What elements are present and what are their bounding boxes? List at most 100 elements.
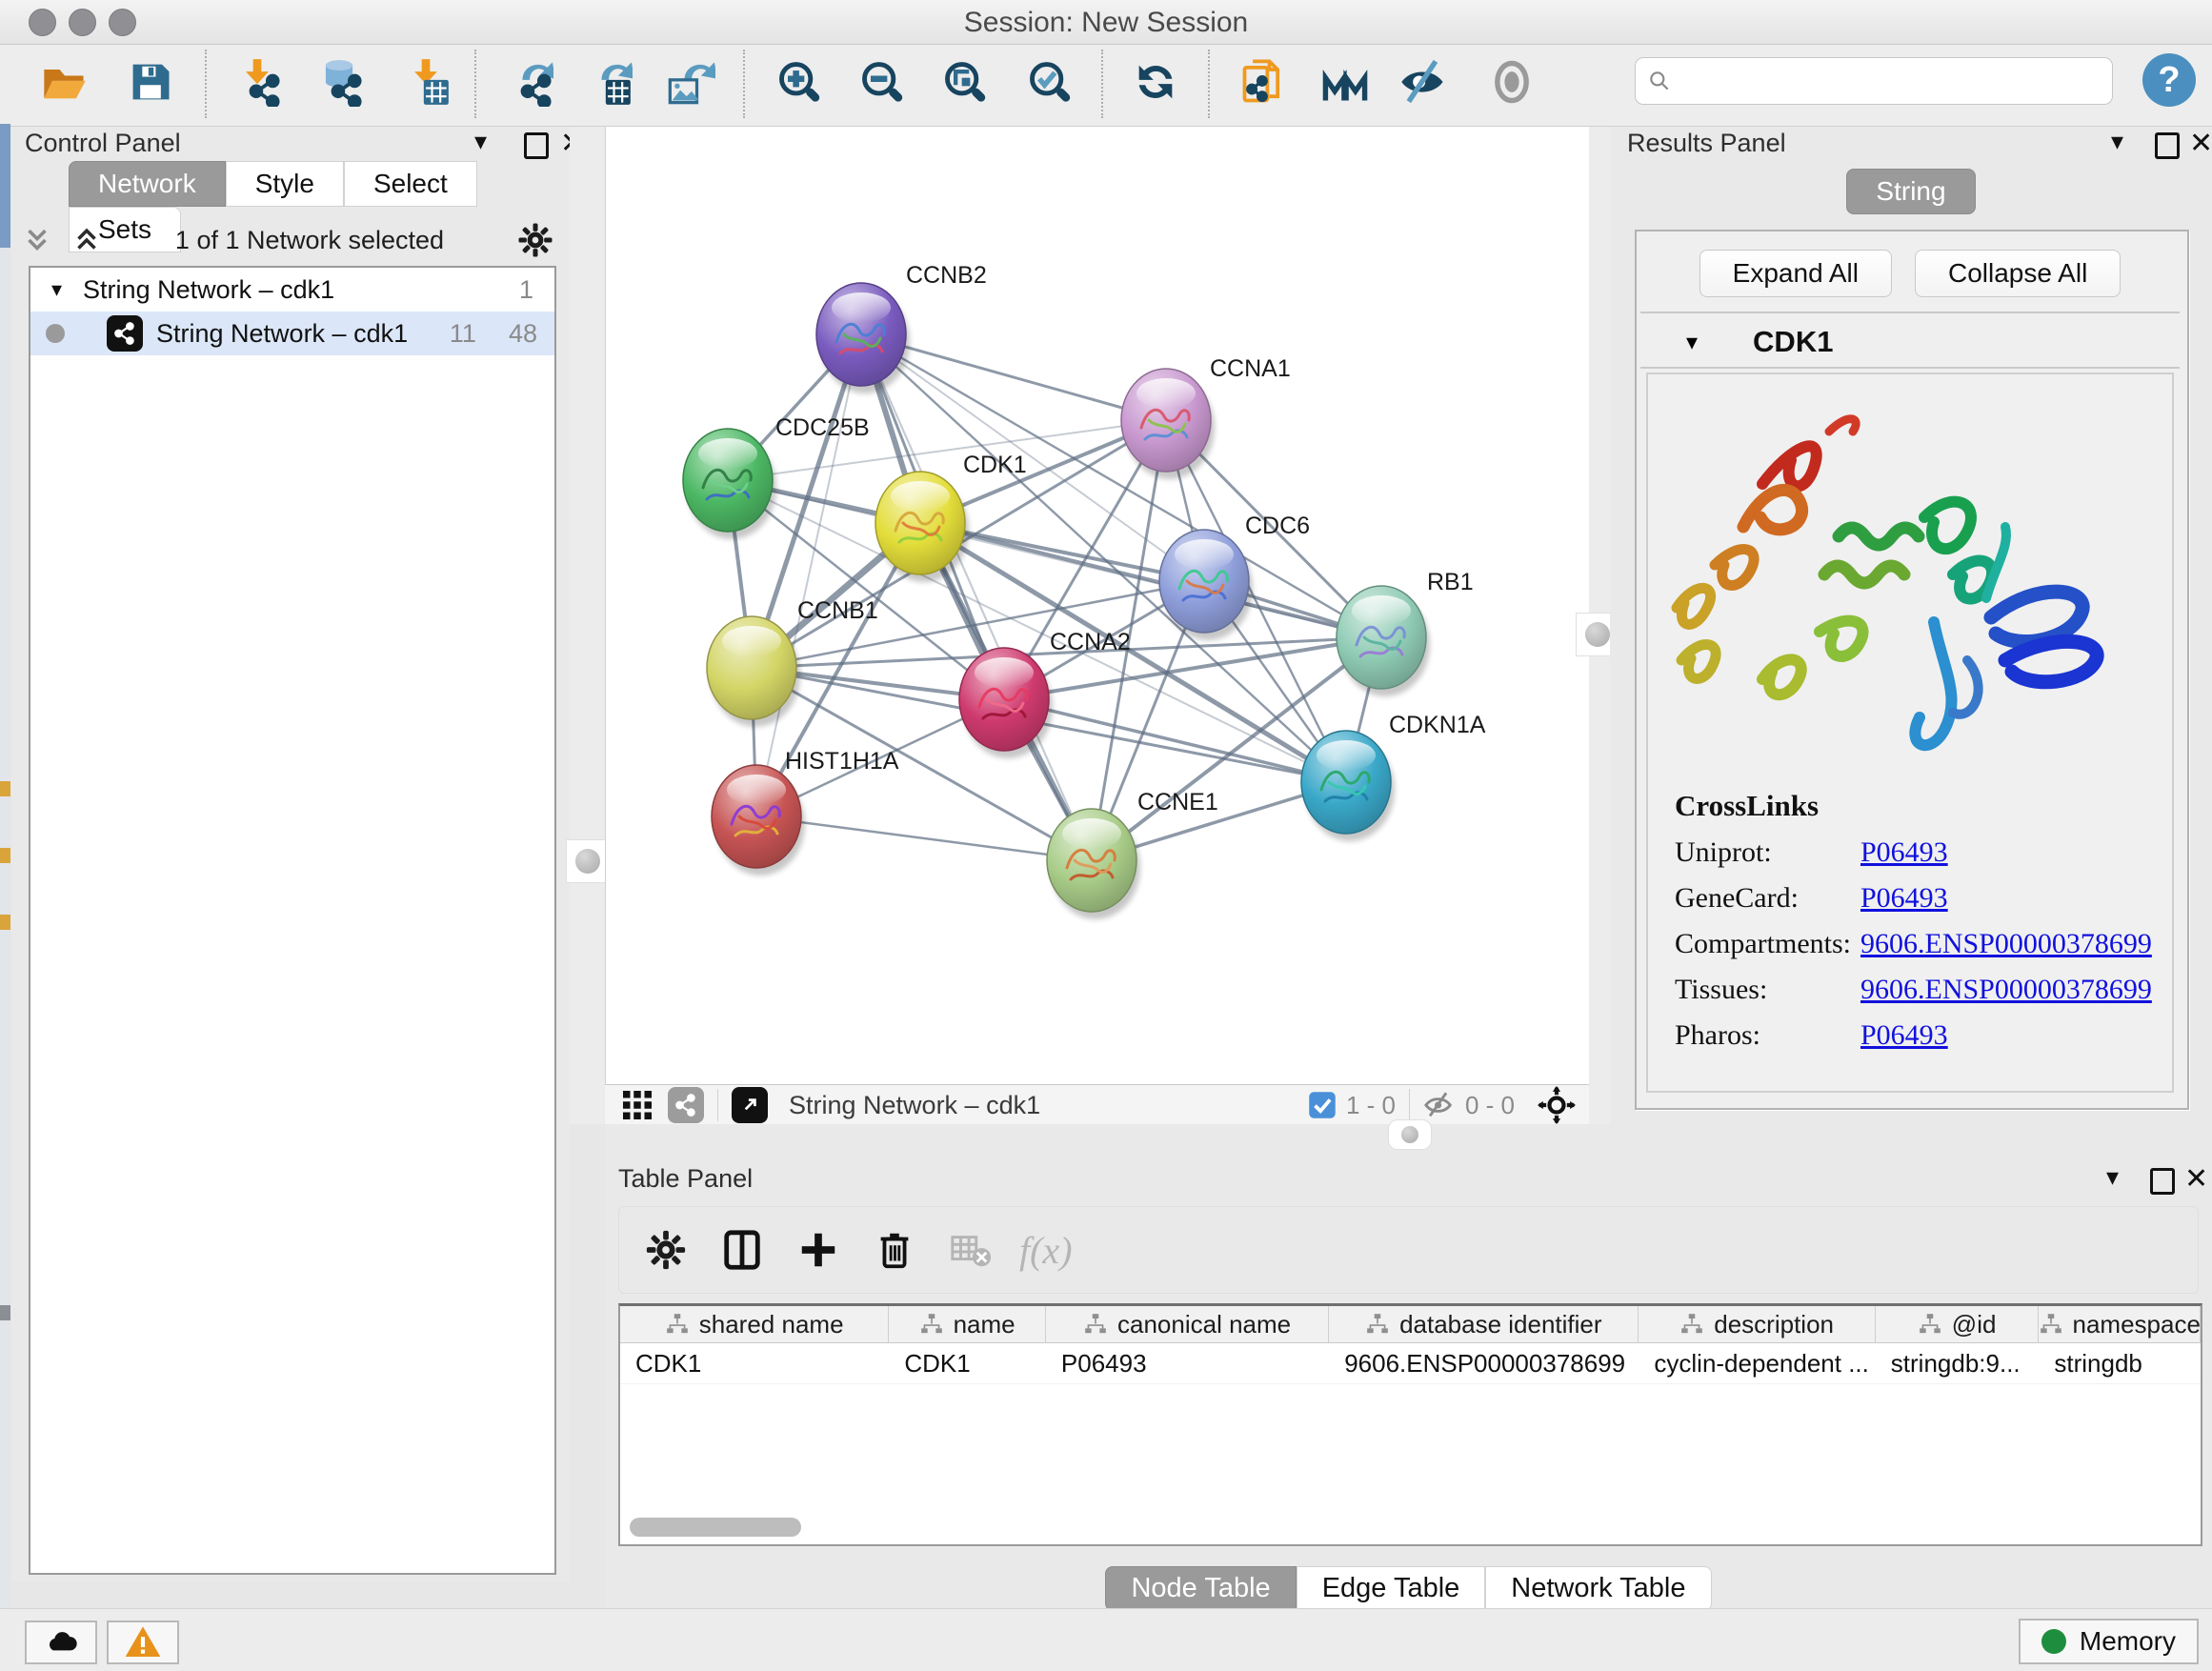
network-node-CCNA1[interactable] xyxy=(1121,369,1215,479)
table-row[interactable]: CDK1CDK1P064939606.ENSP00000378699cyclin… xyxy=(620,1343,2201,1384)
control-panel-maximize-icon[interactable] xyxy=(524,132,549,159)
crosslink-link[interactable]: P06493 xyxy=(1860,836,1948,869)
new-network-from-selection-icon[interactable] xyxy=(1238,51,1288,112)
zoom-selected-icon[interactable] xyxy=(1026,51,1076,112)
network-edge[interactable] xyxy=(756,334,861,816)
string-results-box: Expand All Collapse All ▾ CDK1 cyclin-de… xyxy=(1635,230,2189,1110)
open-session-icon[interactable] xyxy=(40,51,90,112)
network-edge[interactable] xyxy=(1004,699,1346,782)
network-graph[interactable]: CCNB2 CCNA1 CDC25B CDK1 CDC6 RB1 CCNB1 xyxy=(606,127,1590,1084)
network-edge[interactable] xyxy=(861,334,1092,860)
zoom-out-icon[interactable] xyxy=(858,51,908,112)
crosslink-link[interactable]: 9606.ENSP00000378699 xyxy=(1860,974,2152,1006)
table-cell: cyclin-dependent ... xyxy=(1639,1343,1875,1383)
divider-collapse-handle[interactable] xyxy=(566,839,610,883)
expand-all-button[interactable]: Expand All xyxy=(1699,250,1892,297)
warnings-button[interactable] xyxy=(107,1621,179,1664)
delete-column-icon[interactable] xyxy=(873,1228,916,1272)
export-table-icon[interactable] xyxy=(583,51,633,112)
results-panel-float-icon[interactable]: ▾ xyxy=(2111,127,2123,156)
first-neighbors-icon[interactable] xyxy=(1320,51,1370,112)
help-icon[interactable]: ? xyxy=(2142,53,2196,107)
add-column-icon[interactable] xyxy=(796,1228,840,1272)
network-badge-icon[interactable] xyxy=(668,1087,704,1123)
network-node-CCNE1[interactable] xyxy=(1047,809,1140,919)
export-network-icon[interactable] xyxy=(504,51,553,112)
cloud-status-button[interactable] xyxy=(25,1621,97,1664)
network-node-CDC25B[interactable] xyxy=(683,429,776,539)
network-canvas[interactable]: CCNB2 CCNA1 CDC25B CDK1 CDC6 RB1 CCNB1 xyxy=(605,127,1590,1084)
horizontal-scrollbar-thumb[interactable] xyxy=(630,1518,801,1537)
column-label: name xyxy=(954,1310,1016,1339)
search-field[interactable] xyxy=(1635,57,2113,105)
show-all-icon[interactable] xyxy=(1487,51,1537,112)
show-columns-icon[interactable] xyxy=(720,1228,764,1272)
column-header-canonicalname[interactable]: canonical name xyxy=(1046,1306,1329,1342)
hidden-eye-slash-icon[interactable] xyxy=(1423,1089,1456,1121)
network-node-CDK1[interactable] xyxy=(875,472,969,582)
network-node-RB1[interactable] xyxy=(1337,586,1430,696)
table-cell: P06493 xyxy=(1046,1343,1329,1383)
tab-node-table[interactable]: Node Table xyxy=(1105,1566,1296,1611)
search-input[interactable] xyxy=(1681,66,2112,97)
network-options-gear-icon[interactable] xyxy=(516,221,554,259)
import-network-file-icon[interactable] xyxy=(232,51,282,112)
column-header-databaseidentifier[interactable]: database identifier xyxy=(1329,1306,1639,1342)
results-panel-maximize-icon[interactable] xyxy=(2155,132,2180,159)
tab-style[interactable]: Style xyxy=(226,161,344,207)
table-panel-maximize-icon[interactable] xyxy=(2150,1168,2175,1195)
crosslink-label: Compartments: xyxy=(1675,928,1860,960)
crosslink-link[interactable]: P06493 xyxy=(1860,882,1948,915)
pan-crosshair-icon[interactable] xyxy=(1538,1086,1576,1124)
column-header-description[interactable]: description xyxy=(1639,1306,1875,1342)
horizontal-divider[interactable] xyxy=(605,1124,2212,1164)
selected-checkbox-icon[interactable] xyxy=(1308,1091,1337,1119)
vertical-divider-left[interactable] xyxy=(570,127,605,1124)
network-node-CCNB1[interactable] xyxy=(707,616,800,727)
tab-string[interactable]: String xyxy=(1846,169,1975,214)
collapse-all-button[interactable]: Collapse All xyxy=(1915,250,2121,297)
import-table-icon[interactable] xyxy=(401,51,451,112)
grid-view-icon[interactable] xyxy=(620,1088,654,1122)
memory-label: Memory xyxy=(2080,1626,2176,1657)
network-edge[interactable] xyxy=(756,816,1092,860)
crosslink-link[interactable]: P06493 xyxy=(1860,1019,1948,1052)
expand-all-icon[interactable] xyxy=(70,224,103,256)
column-header-namespace[interactable]: namespace xyxy=(2039,1306,2201,1342)
refresh-layout-icon[interactable] xyxy=(1131,51,1180,112)
collapse-all-icon[interactable] xyxy=(21,224,53,256)
table-panel-close-icon[interactable]: ✕ xyxy=(2184,1162,2208,1196)
gene-header-row[interactable]: ▾ CDK1 xyxy=(1640,317,2180,369)
import-network-database-icon[interactable] xyxy=(314,51,364,112)
zoom-in-icon[interactable] xyxy=(775,51,825,112)
tab-network-table[interactable]: Network Table xyxy=(1485,1566,1711,1611)
vertical-divider-right[interactable] xyxy=(1589,127,1610,1124)
network-collection-row[interactable]: ▾ String Network – cdk1 1 xyxy=(30,268,554,312)
column-header-id[interactable]: @id xyxy=(1876,1306,2040,1342)
column-header-sharedname[interactable]: shared name xyxy=(620,1306,889,1342)
divider-collapse-handle[interactable] xyxy=(1388,1119,1432,1150)
tab-edge-table[interactable]: Edge Table xyxy=(1297,1566,1486,1611)
network-node-CDKN1A[interactable] xyxy=(1301,731,1395,841)
hide-selection-icon[interactable] xyxy=(1398,51,1448,112)
table-cell: stringdb xyxy=(2039,1343,2201,1383)
open-in-browser-icon[interactable] xyxy=(732,1087,768,1123)
network-node-HIST1H1A[interactable] xyxy=(712,765,805,876)
crosslink-link[interactable]: 9606.ENSP00000378699 xyxy=(1860,928,2152,960)
gene-collapse-icon[interactable]: ▾ xyxy=(1686,329,1698,356)
network-row[interactable]: String Network – cdk1 11 48 xyxy=(30,312,554,355)
tab-network[interactable]: Network xyxy=(69,161,226,207)
table-options-gear-icon[interactable] xyxy=(644,1228,688,1272)
export-image-icon[interactable] xyxy=(666,51,715,112)
zoom-fit-content-icon[interactable] xyxy=(941,51,991,112)
results-panel-close-icon[interactable]: ✕ xyxy=(2189,127,2212,160)
table-panel-float-icon[interactable]: ▾ xyxy=(2106,1162,2119,1192)
network-node-CCNA2[interactable] xyxy=(959,648,1053,758)
control-panel-float-icon[interactable]: ▾ xyxy=(474,127,487,156)
save-session-icon[interactable] xyxy=(126,51,175,112)
memory-button[interactable]: Memory xyxy=(2019,1619,2199,1664)
tab-select[interactable]: Select xyxy=(344,161,477,207)
tree-collapse-icon[interactable]: ▾ xyxy=(51,277,62,302)
network-node-CCNB2[interactable] xyxy=(816,283,910,393)
column-header-name[interactable]: name xyxy=(889,1306,1046,1342)
